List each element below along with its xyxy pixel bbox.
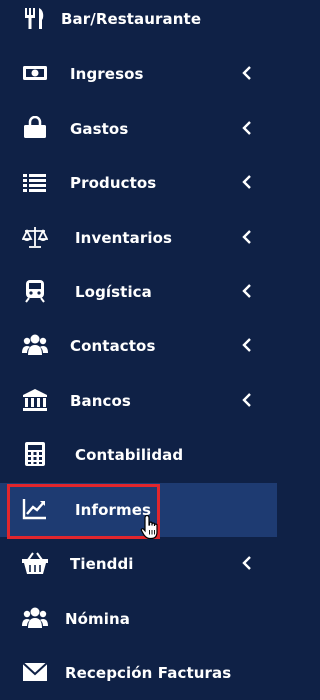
hand-cursor-icon <box>140 514 162 540</box>
sidebar-item-label: Productos <box>70 174 157 192</box>
sidebar-item-bar-restaurante[interactable]: Bar/Restaurante <box>0 0 277 46</box>
bank-icon <box>22 388 48 412</box>
sidebar-item-label: Contabilidad <box>75 446 184 464</box>
list-icon <box>22 170 48 194</box>
highlight-box <box>7 484 160 539</box>
sidebar-menu: Bar/Restaurante Ingresos Gastos Producto… <box>0 0 277 682</box>
users-icon <box>22 606 48 630</box>
chevron-left-icon <box>242 120 252 136</box>
users-icon <box>22 333 48 357</box>
chevron-left-icon <box>242 392 252 408</box>
sidebar-item-label: Nómina <box>65 610 131 628</box>
sidebar-item-productos[interactable]: Productos <box>0 156 277 210</box>
sidebar-item-inventarios[interactable]: Inventarios <box>0 211 277 265</box>
basket-icon <box>22 551 48 575</box>
sidebar-item-contabilidad[interactable]: Contabilidad <box>0 428 277 482</box>
chevron-left-icon <box>242 555 252 571</box>
sidebar-item-label: Logística <box>75 283 152 301</box>
sidebar-item-label: Ingresos <box>70 65 144 83</box>
sidebar-item-label: Contactos <box>70 337 156 355</box>
cutlery-icon <box>22 6 48 30</box>
chevron-left-icon <box>242 283 252 299</box>
sidebar-item-label: Inventarios <box>75 229 173 247</box>
sidebar-item-gastos[interactable]: Gastos <box>0 102 277 156</box>
sidebar-item-label: Tienddi <box>70 555 134 573</box>
chevron-left-icon <box>242 337 252 353</box>
sidebar-item-tienddi[interactable]: Tienddi <box>0 537 277 591</box>
money-bill-icon <box>22 61 48 85</box>
sidebar-item-label: Bancos <box>70 392 131 410</box>
sidebar-item-nomina[interactable]: Nómina <box>0 592 277 646</box>
sidebar-item-label: Bar/Restaurante <box>61 10 202 28</box>
sidebar-item-label: Gastos <box>70 120 129 138</box>
calculator-icon <box>22 442 48 466</box>
sidebar-item-bancos[interactable]: Bancos <box>0 374 277 428</box>
sidebar-item-logistica[interactable]: Logística <box>0 265 277 319</box>
balance-scale-icon <box>22 225 48 249</box>
shopping-bag-icon <box>22 116 48 140</box>
sidebar-item-contactos[interactable]: Contactos <box>0 319 277 373</box>
chevron-left-icon <box>242 174 252 190</box>
sidebar-item-label: Recepción Facturas <box>65 664 232 682</box>
sidebar-item-ingresos[interactable]: Ingresos <box>0 47 277 101</box>
train-icon <box>22 279 48 303</box>
sidebar-item-recepcion-facturas[interactable]: Recepción Facturas <box>0 646 277 700</box>
chevron-left-icon <box>242 65 252 81</box>
chevron-left-icon <box>242 229 252 245</box>
envelope-icon <box>22 660 48 684</box>
